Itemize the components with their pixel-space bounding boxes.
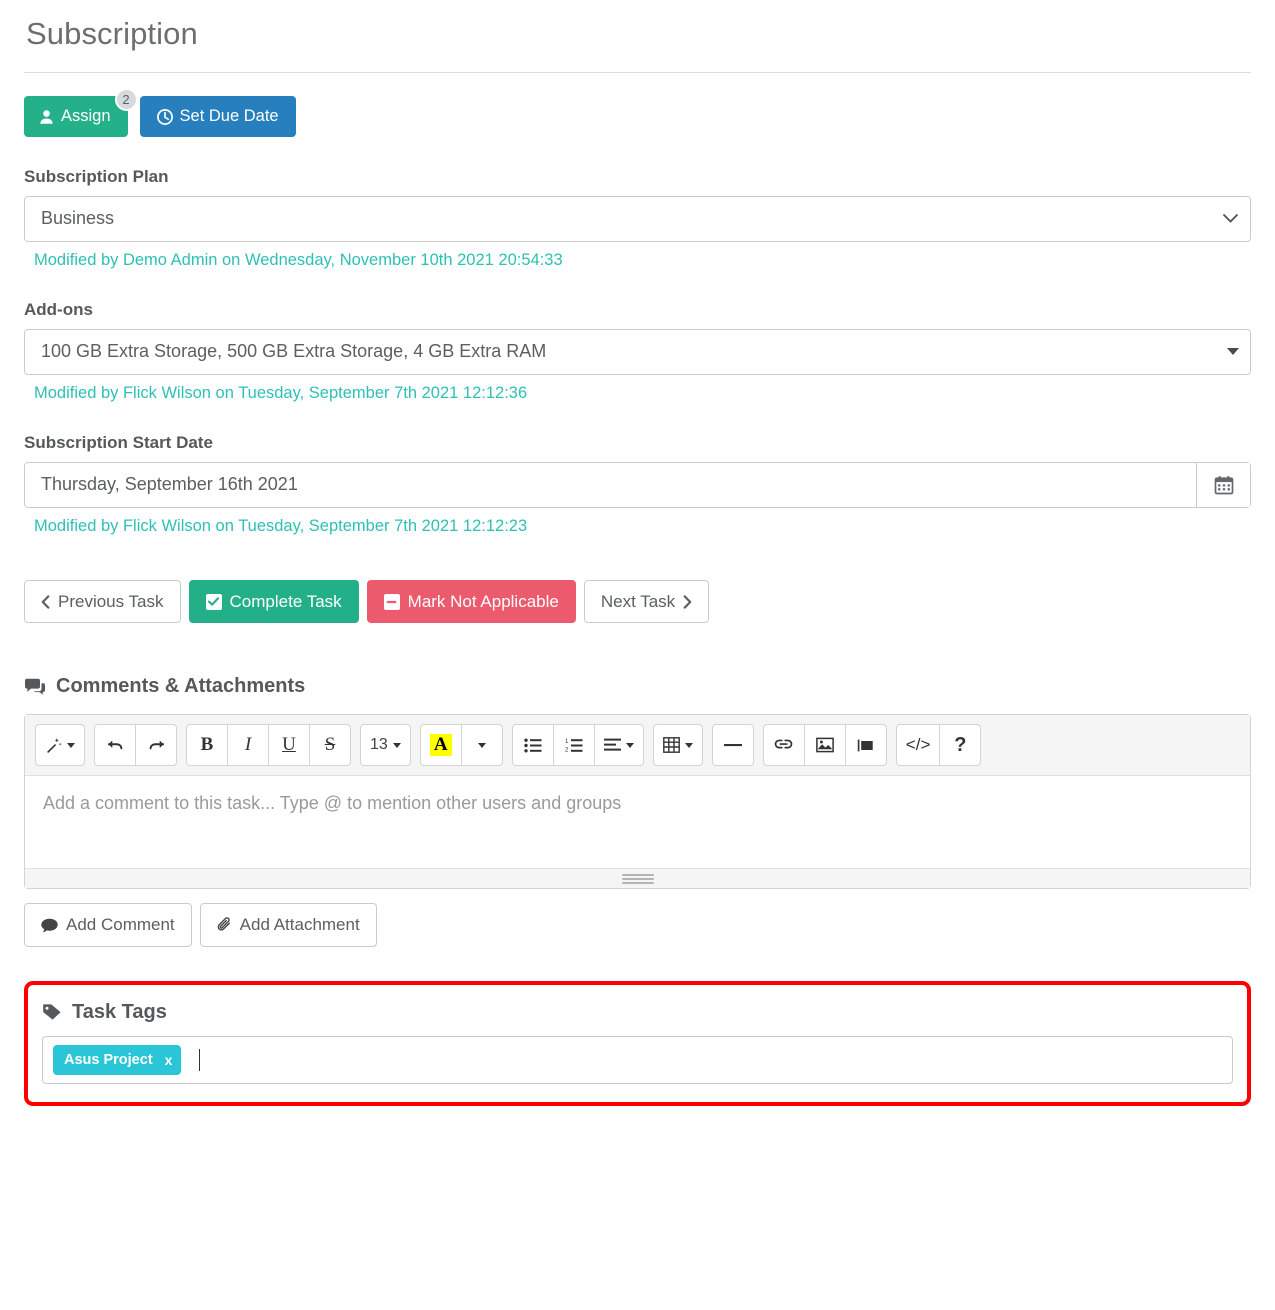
task-tags-input[interactable]: Asus Project x: [42, 1035, 1233, 1084]
set-due-date-button[interactable]: Set Due Date: [139, 96, 296, 137]
toolbar-group-text-color: A: [419, 724, 503, 767]
toolbar-group-misc: </> ?: [895, 724, 982, 767]
set-due-date-label: Set Due Date: [179, 107, 279, 126]
task-tags-panel: Task Tags Asus Project x: [24, 980, 1251, 1106]
toolbar-group-font-size: 13: [360, 724, 411, 767]
horizontal-rule-icon[interactable]: [711, 724, 754, 767]
mark-not-applicable-button[interactable]: Mark Not Applicable: [366, 579, 576, 624]
addons-modified: Modified by Flick Wilson on Tuesday, Sep…: [34, 383, 528, 402]
subscription-plan-value: Business: [41, 208, 115, 229]
addons-value: 100 GB Extra Storage, 500 GB Extra Stora…: [41, 341, 547, 362]
next-task-button[interactable]: Next Task: [583, 579, 710, 624]
strikethrough-icon[interactable]: S: [309, 724, 351, 767]
comment-input[interactable]: Add a comment to this task... Type @ to …: [25, 776, 1250, 868]
text-color-dropdown-icon[interactable]: [460, 724, 503, 767]
code-view-icon[interactable]: </>: [895, 724, 941, 767]
editor-resize-handle[interactable]: [25, 868, 1250, 889]
complete-task-button[interactable]: Complete Task: [188, 579, 359, 624]
subscription-plan-label: Subscription Plan: [24, 166, 169, 186]
add-comment-button[interactable]: Add Comment: [24, 903, 192, 947]
comment-editor: B I U S 13 A 1 2 </> ? Add a comment to …: [24, 714, 1251, 890]
clock-icon: [156, 108, 173, 125]
checkbox-check-icon: [205, 593, 222, 610]
svg-text:2: 2: [565, 747, 569, 753]
page-title: Subscription: [26, 16, 198, 51]
addons-label: Add-ons: [24, 299, 93, 319]
toolbar-group-table: [652, 724, 703, 767]
mark-not-applicable-label: Mark Not Applicable: [407, 591, 559, 611]
add-attachment-button[interactable]: Add Attachment: [199, 903, 377, 947]
toolbar-group-hr: [711, 724, 754, 767]
table-icon[interactable]: [652, 724, 703, 767]
field-subscription-plan: Subscription Plan Business Modified by D…: [24, 167, 1251, 270]
undo-icon[interactable]: [94, 724, 136, 767]
field-addons: Add-ons 100 GB Extra Storage, 500 GB Ext…: [24, 300, 1251, 403]
comment-action-bar: Add Comment Add Attachment: [24, 903, 1251, 947]
assign-count-badge: 2: [114, 88, 138, 112]
add-attachment-label: Add Attachment: [239, 915, 360, 935]
task-action-bar: Assign 2 Set Due Date: [24, 88, 1251, 137]
addons-multiselect[interactable]: 100 GB Extra Storage, 500 GB Extra Stora…: [24, 328, 1251, 375]
image-icon[interactable]: [803, 724, 846, 767]
unordered-list-icon[interactable]: [511, 724, 554, 767]
start-date-value: Thursday, September 16th 2021: [41, 474, 298, 495]
chevron-left-icon: [41, 594, 50, 609]
subscription-plan-modified: Modified by Demo Admin on Wednesday, Nov…: [34, 250, 563, 269]
redo-icon[interactable]: [135, 724, 177, 767]
task-tags-heading: Task Tags: [42, 1001, 1233, 1024]
start-date-modified: Modified by Flick Wilson on Tuesday, Sep…: [34, 516, 528, 535]
tag-chip[interactable]: Asus Project x: [53, 1044, 182, 1075]
task-navigation-bar: Previous Task Complete Task Mark Not App…: [24, 579, 1251, 624]
assign-label: Assign: [61, 107, 111, 126]
toolbar-group-insert: [762, 724, 887, 767]
user-icon: [39, 109, 54, 125]
italic-icon[interactable]: I: [227, 724, 269, 767]
tag-remove-icon[interactable]: x: [165, 1052, 173, 1068]
previous-task-button[interactable]: Previous Task: [24, 579, 181, 624]
text-cursor: [199, 1048, 201, 1071]
ordered-list-icon[interactable]: 1 2: [552, 724, 595, 767]
start-date-label: Subscription Start Date: [24, 432, 213, 452]
subscription-plan-select[interactable]: Business: [24, 195, 1251, 242]
add-comment-label: Add Comment: [66, 915, 175, 935]
calendar-icon[interactable]: [1196, 462, 1250, 507]
magic-wand-icon[interactable]: [35, 724, 85, 767]
paragraph-align-icon[interactable]: [593, 724, 644, 767]
toolbar-group-lists: 1 2: [511, 724, 644, 767]
minus-square-icon: [383, 593, 400, 610]
paperclip-icon: [217, 917, 232, 933]
link-icon[interactable]: [762, 724, 805, 767]
task-tags-heading-label: Task Tags: [72, 1000, 167, 1023]
complete-task-label: Complete Task: [229, 591, 342, 611]
editor-toolbar: B I U S 13 A 1 2 </> ?: [25, 715, 1250, 777]
video-icon[interactable]: [844, 724, 887, 767]
font-size-value: 13: [370, 736, 388, 754]
toolbar-group-format: B I U S: [186, 724, 351, 767]
next-task-label: Next Task: [600, 591, 676, 611]
task-detail-page: Subscription Assign 2 Set Due Date Subsc…: [0, 14, 1275, 1310]
font-size-icon[interactable]: 13: [360, 724, 411, 767]
tag-chip-label: Asus Project: [64, 1051, 153, 1068]
svg-text:1: 1: [565, 739, 569, 745]
toolbar-group-style: [35, 724, 85, 767]
caret-down-icon: [1216, 348, 1250, 356]
resize-grip-icon: [621, 872, 654, 886]
comments-icon: [24, 678, 46, 696]
underline-icon[interactable]: U: [268, 724, 310, 767]
comment-bubble-icon: [41, 918, 58, 933]
bold-icon[interactable]: B: [186, 724, 228, 767]
text-color-icon[interactable]: A: [419, 724, 462, 767]
field-start-date: Subscription Start Date Thursday, Septem…: [24, 433, 1251, 536]
comments-heading-label: Comments & Attachments: [56, 675, 306, 698]
chevron-right-icon: [683, 594, 692, 609]
toolbar-group-history: [94, 724, 177, 767]
assign-button[interactable]: Assign 2: [24, 88, 138, 137]
previous-task-label: Previous Task: [58, 591, 164, 611]
chevron-down-icon: [1210, 213, 1250, 224]
help-icon[interactable]: ?: [939, 724, 982, 767]
tag-icon: [42, 1003, 62, 1021]
start-date-input-group[interactable]: Thursday, September 16th 2021: [24, 461, 1251, 508]
comments-section-heading: Comments & Attachments: [24, 675, 1251, 698]
title-divider: [24, 72, 1251, 74]
